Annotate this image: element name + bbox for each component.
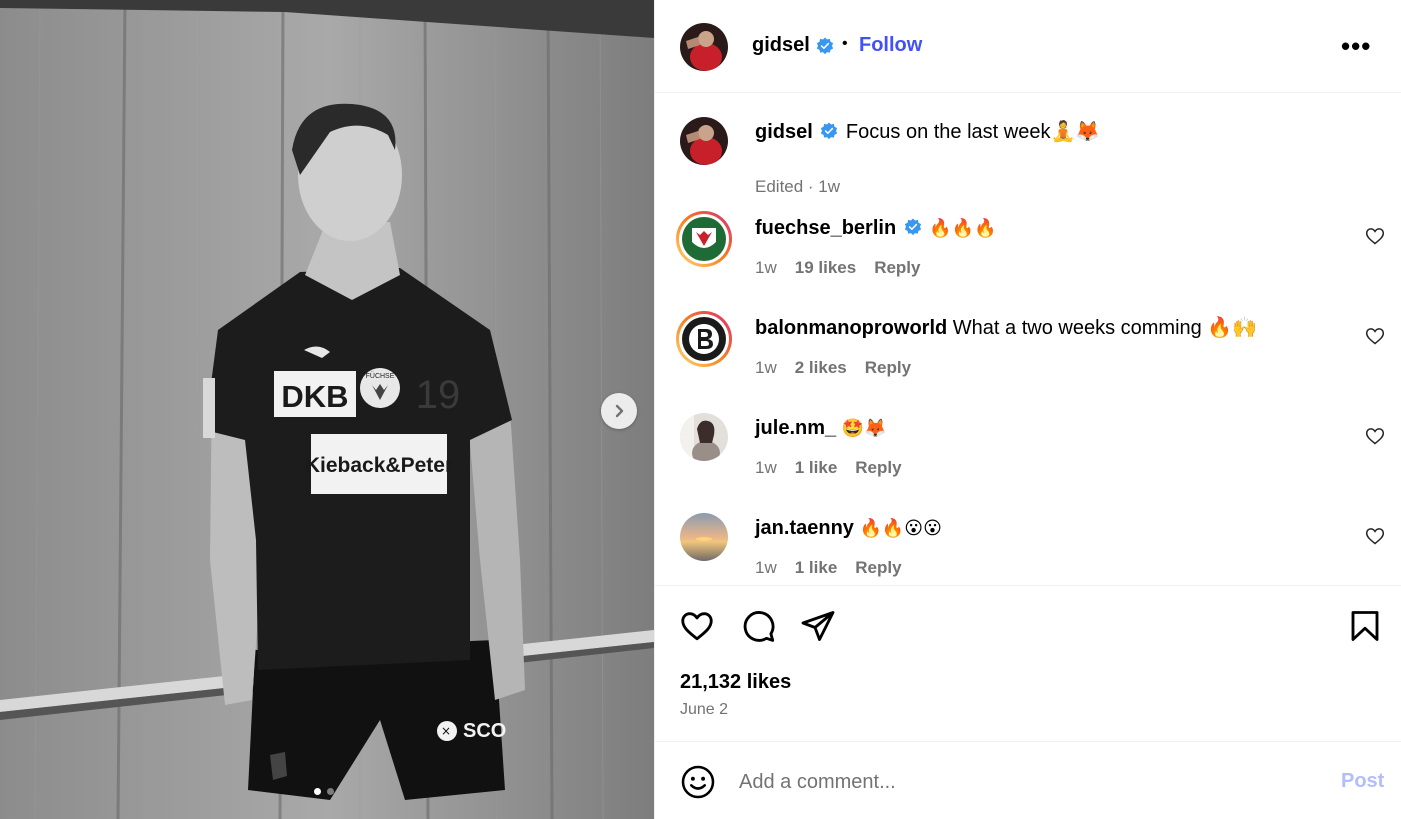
shorts-sponsor-text: SCO (463, 720, 506, 742)
jersey-number: 19 (416, 373, 461, 417)
comment-body: 🤩🦊 (841, 418, 887, 439)
commenter-avatar[interactable] (680, 513, 728, 561)
comment-likes[interactable]: 2 likes (795, 358, 847, 378)
caption-body: Focus on the last week🧘🦊 (845, 121, 1101, 143)
carousel-indicator (314, 788, 334, 795)
badge-text: FÜCHSE (366, 372, 395, 380)
like-comment-heart-icon[interactable] (1365, 526, 1385, 546)
comments-list[interactable]: gidsel Focus on the last week🧘🦊 Edited ·… (655, 94, 1401, 585)
comment-meta: 1w 1 like Reply (755, 458, 902, 478)
caption-username[interactable]: gidsel (755, 121, 813, 143)
svg-text:×: × (441, 724, 451, 738)
save-bookmark-icon[interactable] (1347, 608, 1383, 644)
comment-time: 1w (755, 358, 777, 377)
reply-button[interactable]: Reply (855, 558, 901, 578)
comment-text-line: jule.nm_ 🤩🦊 (755, 416, 887, 441)
comment-time: 1w (755, 558, 777, 577)
chevron-right-icon (615, 404, 624, 418)
comment-username[interactable]: fuechse_berlin (755, 217, 896, 239)
carousel-dot-active (314, 788, 321, 795)
post-photo: DKB Kieback&Peter 19 FÜCHSE × SCO (0, 0, 654, 819)
author-username-text[interactable]: gidsel (752, 34, 810, 57)
comment-body: 🔥🔥😮😮 (859, 518, 942, 539)
comment-text-line: fuechse_berlin 🔥🔥🔥 (755, 216, 997, 241)
post-image[interactable]: DKB Kieback&Peter 19 FÜCHSE × SCO (0, 0, 654, 819)
instagram-post-modal: DKB Kieback&Peter 19 FÜCHSE × SCO gidsel… (0, 0, 1401, 819)
comment-time: 1w (755, 258, 777, 277)
comment-item: jule.nm_ 🤩🦊 1w 1 like Reply (655, 410, 1401, 500)
caption-meta: Edited · 1w (755, 177, 840, 197)
comment-meta: 1w 2 likes Reply (755, 358, 911, 378)
verified-badge-icon (816, 36, 833, 54)
comment-username[interactable]: jule.nm_ (755, 417, 836, 439)
post-date[interactable]: June 2 (680, 701, 728, 719)
comment-item: fuechse_berlin 🔥🔥🔥 1w 19 likes Reply (655, 210, 1401, 300)
author-username[interactable]: gidsel (752, 34, 834, 57)
post-header: gidsel • Follow ••• (655, 0, 1401, 93)
caption-edited-time: Edited · 1w (755, 177, 841, 196)
emoji-smile-icon[interactable] (680, 764, 716, 800)
comment-likes[interactable]: 19 likes (795, 258, 856, 278)
commenter-avatar[interactable] (680, 413, 728, 461)
comment-item: jan.taenny 🔥🔥😮😮 1w 1 like Reply (655, 510, 1401, 585)
comment-meta: 1w 1 like Reply (755, 558, 902, 578)
comment-username[interactable]: balonmanoproworld (755, 317, 947, 339)
like-comment-heart-icon[interactable] (1365, 226, 1385, 246)
comment-text-line: balonmanoproworld What a two weeks commi… (755, 316, 1257, 340)
like-comment-heart-icon[interactable] (1365, 326, 1385, 346)
comment-text-line: jan.taenny 🔥🔥😮😮 (755, 516, 942, 541)
add-comment-input[interactable] (739, 767, 1319, 797)
add-comment-bar: Post (655, 743, 1401, 819)
next-image-button[interactable] (601, 393, 637, 429)
reply-button[interactable]: Reply (865, 358, 911, 378)
more-options-icon[interactable]: ••• (1341, 33, 1371, 59)
post-likes-count[interactable]: 21,132 likes (680, 671, 791, 694)
commenter-avatar[interactable] (675, 210, 733, 268)
jersey-kieback-text: Kieback&Peter (305, 454, 453, 477)
author-avatar[interactable] (680, 23, 728, 71)
comment-meta: 1w 19 likes Reply (755, 258, 920, 278)
commenter-avatar[interactable] (675, 310, 733, 368)
post-side-panel: gidsel • Follow ••• gidsel Focus on the … (654, 0, 1401, 819)
header-separator: • (842, 35, 848, 52)
jersey-dkb-text: DKB (281, 379, 348, 414)
post-actions: 21,132 likes June 2 (655, 585, 1401, 742)
like-comment-heart-icon[interactable] (1365, 426, 1385, 446)
caption-avatar[interactable] (680, 117, 728, 165)
comment-body: 🔥🔥🔥 (929, 218, 997, 239)
like-heart-icon[interactable] (679, 608, 715, 644)
post-comment-button[interactable]: Post (1341, 770, 1384, 793)
comment-likes[interactable]: 1 like (795, 558, 838, 578)
share-send-icon[interactable] (800, 608, 836, 644)
follow-button[interactable]: Follow (859, 34, 922, 57)
verified-badge-icon (904, 218, 921, 236)
carousel-dot (327, 788, 334, 795)
reply-button[interactable]: Reply (855, 458, 901, 478)
comment-username[interactable]: jan.taenny (755, 517, 854, 539)
comment-bubble-icon[interactable] (740, 608, 776, 644)
comment-likes[interactable]: 1 like (795, 458, 838, 478)
reply-button[interactable]: Reply (874, 258, 920, 278)
caption: gidsel Focus on the last week🧘🦊 Edited ·… (655, 114, 1401, 196)
comment-body: What a two weeks comming 🔥🙌 (952, 317, 1258, 339)
verified-badge-icon (821, 122, 838, 140)
comment-item: balonmanoproworld What a two weeks commi… (655, 310, 1401, 400)
comment-time: 1w (755, 458, 777, 477)
caption-text-line: gidsel Focus on the last week🧘🦊 (755, 120, 1100, 144)
